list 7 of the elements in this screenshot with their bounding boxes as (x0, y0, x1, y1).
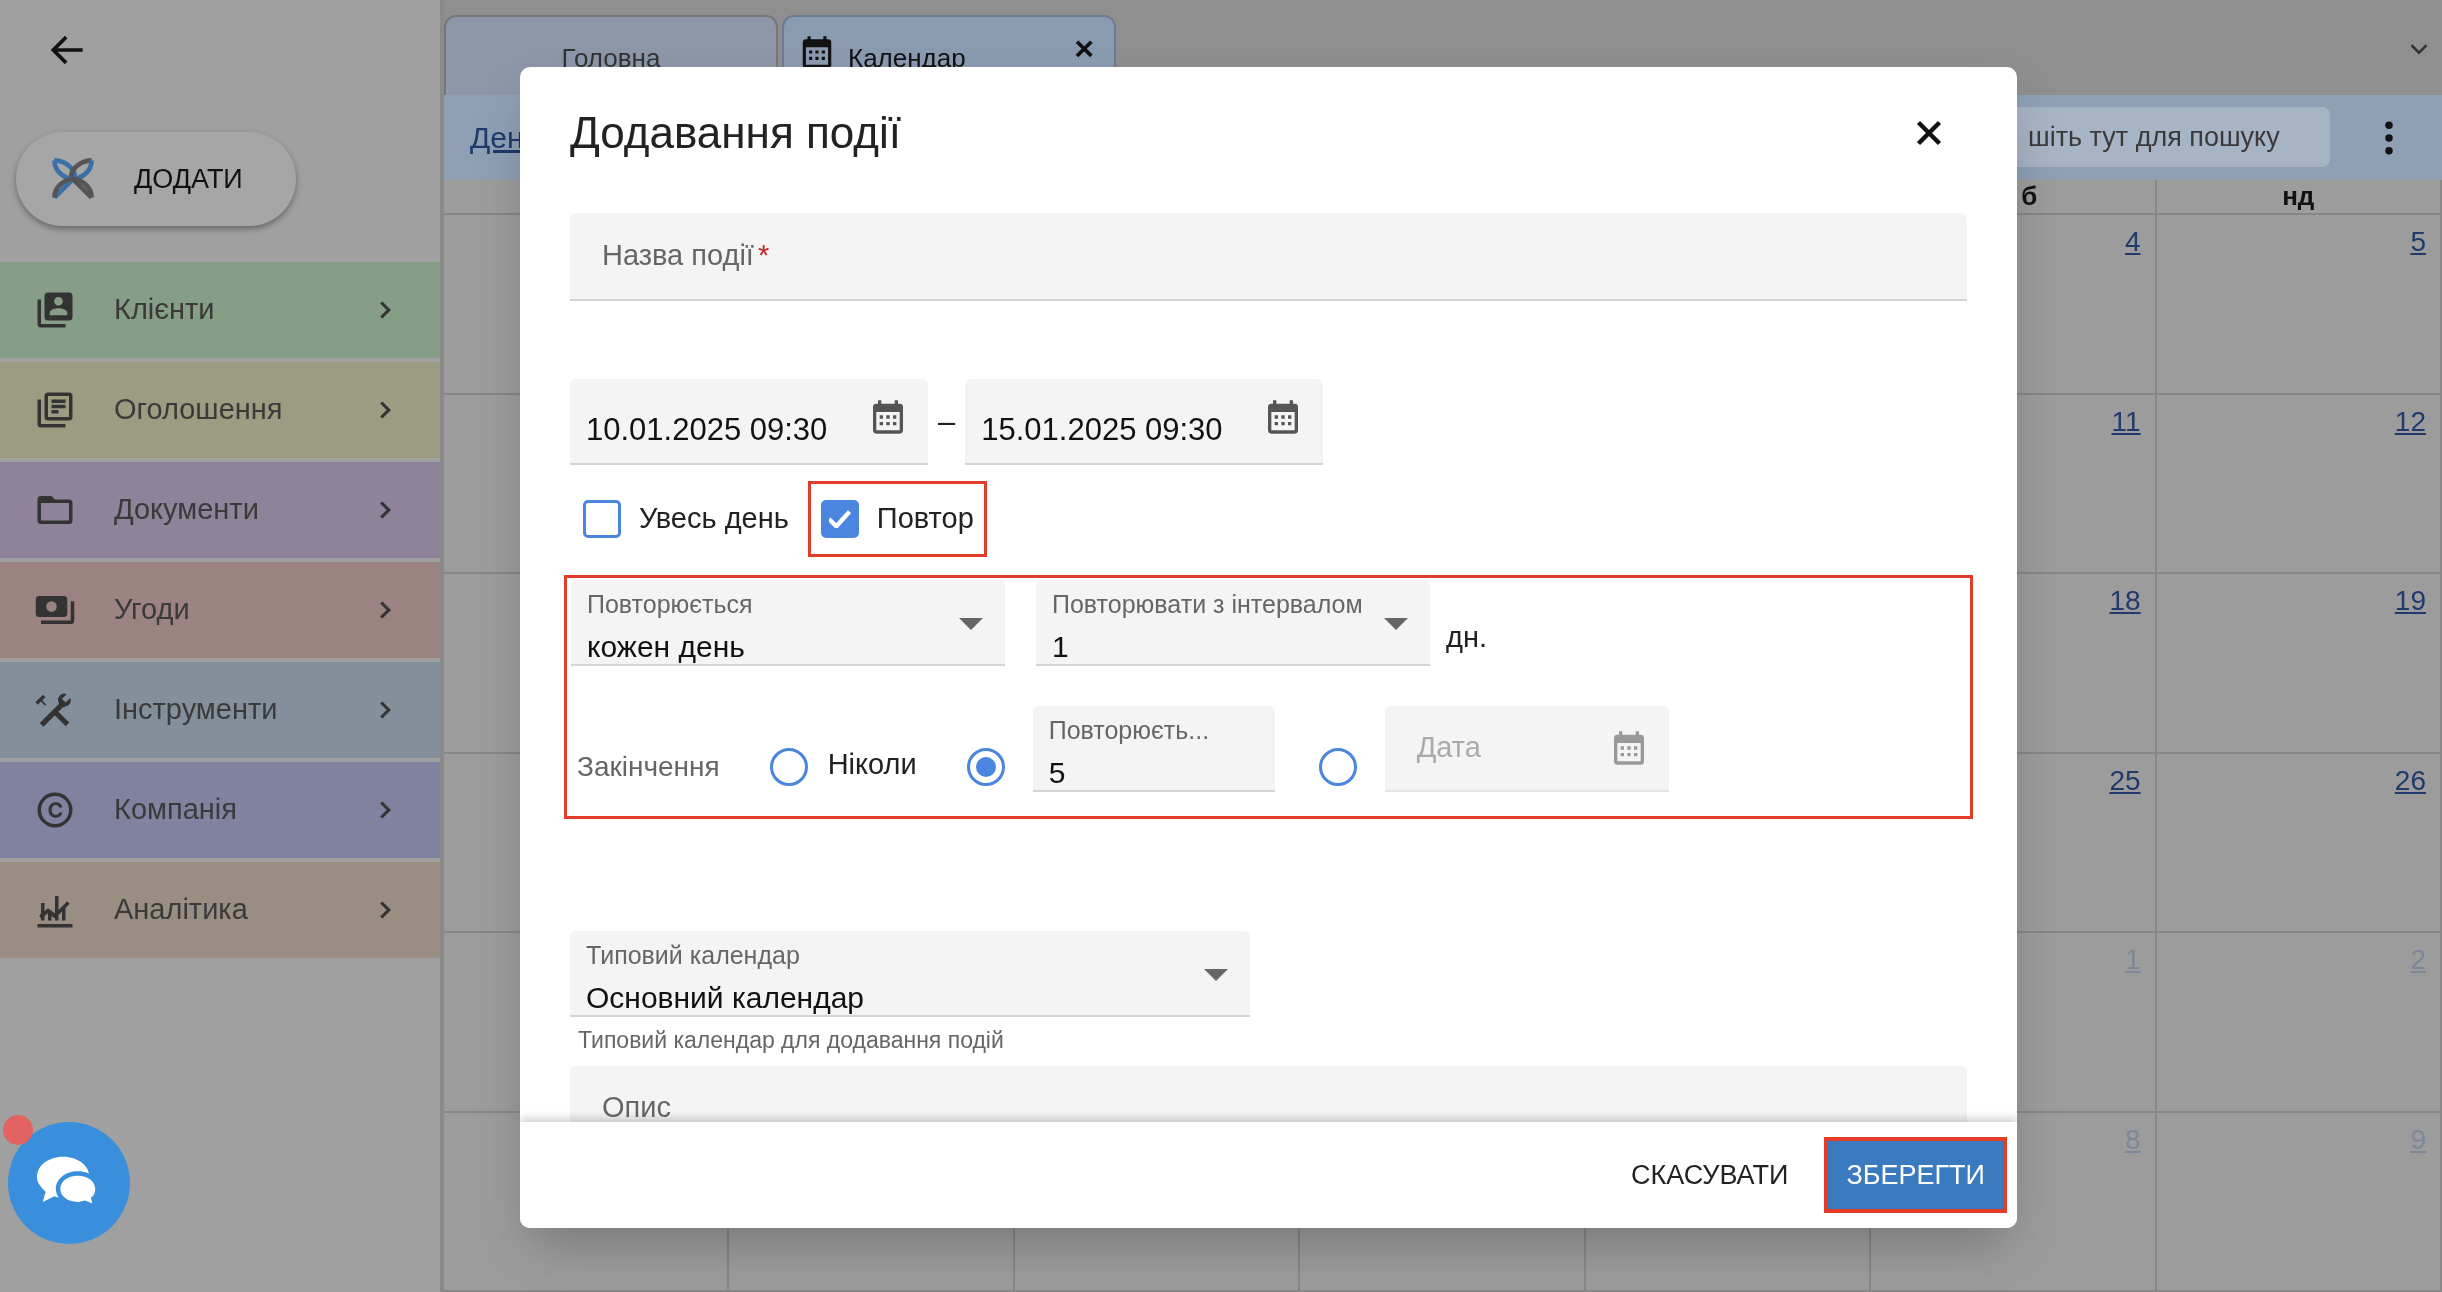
radio-label: Ніколи (827, 746, 917, 782)
date-separator: – (938, 402, 956, 441)
helper-text: Типовий календар для додавання подій (578, 1026, 1005, 1055)
end-label: Закінчення (577, 750, 720, 784)
unit-label: дн. (1446, 620, 1487, 655)
dialog-title: Додавання події (570, 107, 901, 159)
column-header: нд (2156, 180, 2442, 215)
